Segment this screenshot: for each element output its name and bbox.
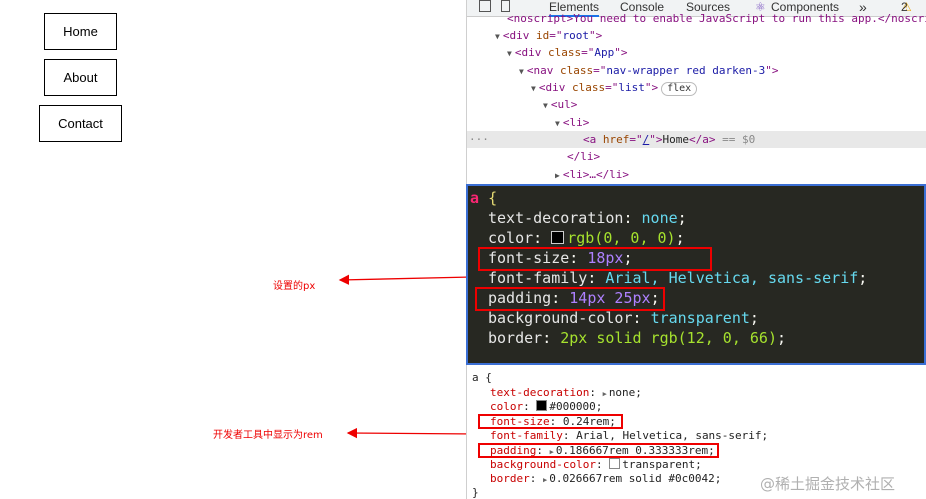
css-selector-line: a { bbox=[470, 189, 498, 207]
highlight-box-font-size-rem bbox=[478, 414, 623, 429]
tree-row-nav[interactable]: <nav class="nav-wrapper red darken-3"> bbox=[519, 62, 926, 79]
css-line: color: rgb(0, 0, 0); bbox=[488, 229, 685, 247]
tree-row-a-selected[interactable]: ··· <a href="/">Home</a> == $0 bbox=[467, 131, 926, 148]
row-menu-icon[interactable]: ··· bbox=[469, 131, 489, 148]
noscript-text: <noscript>You need to enable JavaScript … bbox=[507, 12, 926, 25]
tree-row-div-root[interactable]: <div id="root"> bbox=[495, 27, 926, 44]
li-close-tag: </li> bbox=[567, 150, 601, 163]
css-line: background-color: transparent; bbox=[488, 309, 759, 327]
color-swatch-icon bbox=[536, 400, 548, 411]
selected-ref: == $0 bbox=[722, 133, 756, 146]
tree-row-li-collapsed[interactable]: <li>…</li> bbox=[555, 166, 926, 183]
css-line: text-decoration: none; bbox=[488, 209, 687, 227]
ul-tag: ul bbox=[557, 98, 571, 111]
style-decl[interactable]: font-family: Arial, Helvetica, sans-seri… bbox=[490, 429, 768, 442]
nav-link-contact[interactable]: Contact bbox=[39, 105, 122, 142]
styles-close: } bbox=[472, 486, 479, 499]
attr-id-value: root bbox=[562, 29, 589, 42]
nav-link-label: About bbox=[63, 70, 98, 85]
style-decl[interactable]: text-decoration: none; bbox=[490, 386, 642, 399]
attr-class-value: App bbox=[594, 46, 615, 59]
inspect-icon[interactable] bbox=[479, 0, 491, 12]
annotation-px: 设置的px bbox=[273, 281, 316, 292]
attr-class-value: list bbox=[618, 81, 645, 94]
tree-row-li-close[interactable]: </li> bbox=[567, 148, 926, 165]
attr-class-value: nav-wrapper red darken-3 bbox=[606, 64, 766, 77]
highlight-box-padding-rem bbox=[478, 443, 719, 458]
flex-badge[interactable]: flex bbox=[661, 82, 698, 96]
color-swatch-icon bbox=[551, 231, 565, 244]
style-decl[interactable]: background-color: transparent; bbox=[490, 458, 702, 471]
css-line: border: 2px solid rgb(12, 0, 66); bbox=[488, 329, 787, 347]
css-code-overlay: a { text-decoration: none; color: rgb(0,… bbox=[466, 184, 926, 365]
highlight-box-font-size bbox=[478, 247, 712, 271]
style-decl[interactable]: border: 0.026667rem solid #0c0042; bbox=[490, 472, 721, 485]
a-text: Home bbox=[662, 133, 690, 146]
color-swatch-icon bbox=[609, 458, 621, 469]
style-decl[interactable]: color: #000000; bbox=[490, 400, 602, 413]
nav-link-label: Home bbox=[63, 24, 98, 39]
arrow-to-rem-box bbox=[346, 427, 479, 439]
li-tag: li bbox=[569, 116, 583, 129]
tree-row-ul[interactable]: <ul> bbox=[543, 96, 926, 113]
annotation-rem: 开发者工具中显示为rem bbox=[213, 430, 323, 441]
tree-row-div-list[interactable]: <div class="list">flex bbox=[531, 79, 926, 96]
watermark: @稀土掘金技术社区 bbox=[760, 475, 896, 493]
tree-row-li[interactable]: <li> bbox=[555, 114, 926, 131]
arrow-to-px-box bbox=[338, 274, 473, 285]
styles-selector: a { bbox=[472, 371, 492, 384]
css-line: font-family: Arial, Helvetica, sans-seri… bbox=[488, 269, 868, 287]
tree-row-div-app[interactable]: <div class="App"> bbox=[507, 44, 926, 61]
li-collapsed-tag: <li>…</li> bbox=[562, 168, 630, 181]
nav-link-home[interactable]: Home bbox=[44, 13, 117, 50]
highlight-box-padding bbox=[475, 287, 665, 311]
nav-link-about[interactable]: About bbox=[44, 59, 117, 96]
tree-row-noscript[interactable]: <noscript>You need to enable JavaScript … bbox=[507, 10, 926, 27]
nav-link-label: Contact bbox=[58, 116, 103, 131]
